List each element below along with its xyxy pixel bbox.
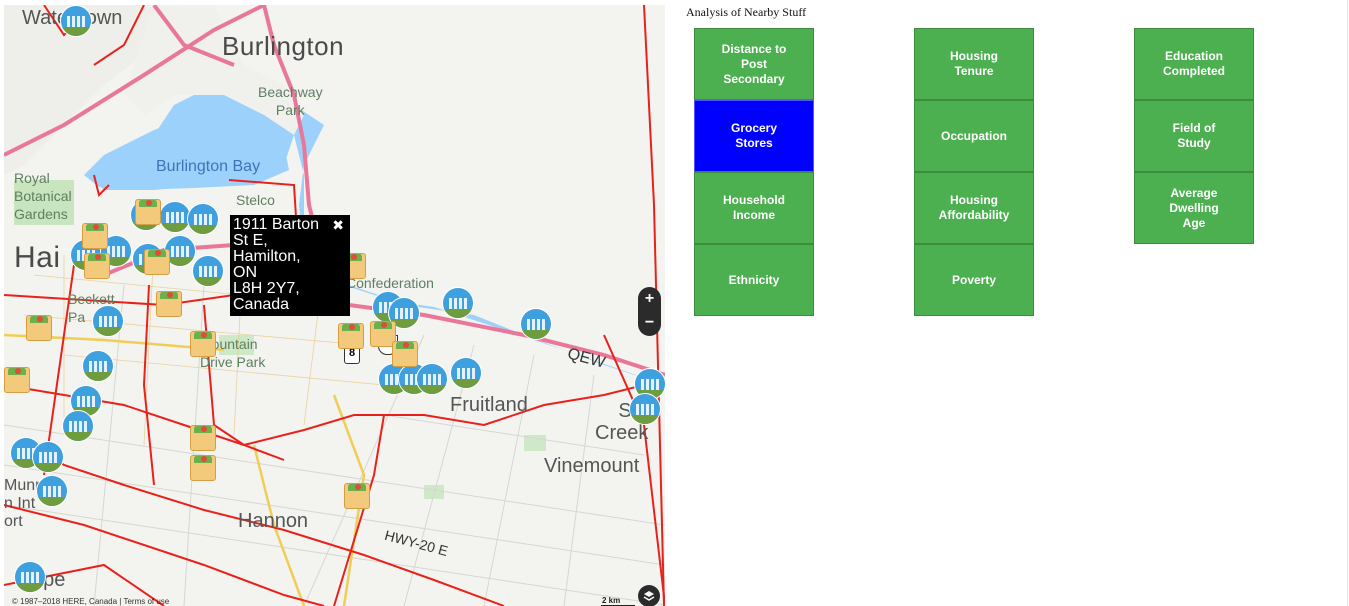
map-copyright[interactable]: © 1987–2018 HERE, Canada | Terms of use: [12, 597, 169, 606]
label-vinemount: Vinemount: [544, 455, 640, 477]
field-of-study-button[interactable]: Field of Study: [1134, 100, 1254, 172]
grocery-store-icon[interactable]: [392, 341, 418, 367]
label-fruitland: Fruitland: [450, 394, 528, 416]
neighbourhood-marker-icon[interactable]: [192, 255, 224, 287]
average-dwelling-age-button[interactable]: Average Dwelling Age: [1134, 172, 1254, 244]
label-munro-airport: Munr n Int ort: [4, 477, 41, 530]
grocery-store-icon[interactable]: [190, 455, 216, 481]
grocery-store-icon[interactable]: [26, 315, 52, 341]
neighbourhood-marker-icon[interactable]: [92, 305, 124, 337]
panel-title: Analysis of Nearby Stuff: [686, 5, 807, 19]
neighbourhood-marker-icon[interactable]: [629, 393, 661, 425]
grocery-store-icon[interactable]: [190, 331, 216, 357]
neighbourhood-marker-icon[interactable]: [416, 363, 448, 395]
grocery-store-icon[interactable]: [190, 425, 216, 451]
neighbourhood-marker-icon[interactable]: [60, 5, 92, 37]
close-icon[interactable]: ✖: [332, 217, 344, 233]
grocery-store-icon[interactable]: [156, 291, 182, 317]
neighbourhood-marker-icon[interactable]: [32, 441, 64, 473]
zoom-out-button[interactable]: −: [638, 311, 661, 335]
address-popup: 1911 Barton St E, Hamilton, ON L8H 2Y7, …: [230, 215, 350, 316]
popup-address: 1911 Barton St E, Hamilton, ON L8H 2Y7, …: [233, 216, 319, 313]
label-hamilton: Hai: [14, 241, 61, 274]
label-burlington-bay: Burlington Bay: [156, 158, 261, 175]
label-burlington: Burlington: [222, 31, 345, 61]
zoom-control: + −: [638, 287, 661, 336]
label-beachway-park: Beachway Park: [258, 84, 323, 118]
occupation-button[interactable]: Occupation: [914, 100, 1034, 172]
neighbourhood-marker-icon[interactable]: [520, 308, 552, 340]
neighbourhood-marker-icon[interactable]: [187, 203, 219, 235]
map[interactable]: Waterdown Burlington Beachway Park Burli…: [4, 5, 665, 606]
label-stelco: Stelco: [236, 192, 275, 208]
neighbourhood-marker-icon[interactable]: [450, 357, 482, 389]
education-completed-button[interactable]: Education Completed: [1134, 28, 1254, 100]
ethnicity-button[interactable]: Ethnicity: [694, 244, 814, 316]
housing-tenure-button[interactable]: Housing Tenure: [914, 28, 1034, 100]
grocery-store-icon[interactable]: [135, 199, 161, 225]
grocery-store-icon[interactable]: [84, 253, 110, 279]
grocery-store-icon[interactable]: [344, 483, 370, 509]
neighbourhood-marker-icon[interactable]: [82, 350, 114, 382]
household-income-button[interactable]: Household Income: [694, 172, 814, 244]
neighbourhood-marker-icon[interactable]: [442, 287, 474, 319]
zoom-in-button[interactable]: +: [638, 287, 661, 311]
label-royal-botanical-gardens: Royal Botanical Gardens: [14, 170, 72, 222]
scale-label: 2 km: [602, 596, 621, 605]
distance-to-post-secondary-button[interactable]: Distance to Post Secondary: [694, 28, 814, 100]
grocery-store-icon[interactable]: [4, 367, 30, 393]
label-hannon: Hannon: [238, 510, 309, 532]
grocery-store-icon[interactable]: [144, 249, 170, 275]
grocery-store-icon[interactable]: [338, 323, 364, 349]
grocery-store-icon[interactable]: [82, 223, 108, 249]
housing-affordability-button[interactable]: Housing Affordability: [914, 172, 1034, 244]
layers-icon[interactable]: [638, 585, 660, 606]
neighbourhood-marker-icon[interactable]: [14, 561, 46, 593]
neighbourhood-marker-icon[interactable]: [36, 475, 68, 507]
poverty-button[interactable]: Poverty: [914, 244, 1034, 316]
grocery-stores-button[interactable]: Grocery Stores: [694, 100, 814, 172]
page-edge-divider: [1347, 0, 1348, 606]
neighbourhood-marker-icon[interactable]: [62, 410, 94, 442]
